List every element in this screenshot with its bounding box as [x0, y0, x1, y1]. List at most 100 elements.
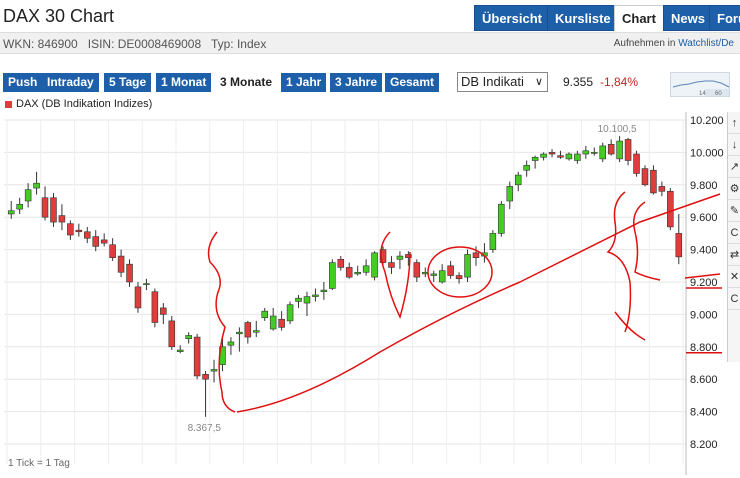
- tool-7[interactable]: ⇄: [728, 244, 740, 266]
- candle-body: [616, 140, 623, 160]
- candle-body: [227, 341, 235, 346]
- y-tick-label: 10.200: [690, 115, 724, 127]
- candle-body: [41, 197, 49, 218]
- low-label: 8.367,5: [188, 423, 222, 434]
- candle-body: [658, 186, 666, 192]
- candle-body: [667, 190, 674, 228]
- mini-chart-svg: 14 60: [672, 80, 730, 97]
- candle-body: [303, 296, 311, 304]
- candle-body: [126, 263, 133, 283]
- isin-label: ISIN: DE0008469008: [87, 37, 202, 51]
- candle-body: [388, 262, 395, 268]
- tab-kursliste[interactable]: Kursliste: [547, 5, 619, 31]
- candle-body: [455, 275, 463, 280]
- tick-footnote: 1 Tick = 1 Tag: [8, 458, 70, 469]
- tab-chart[interactable]: Chart: [614, 5, 664, 31]
- tool-6[interactable]: C: [728, 222, 740, 244]
- mini-chart-line: [672, 80, 730, 88]
- y-tick-label: 8.600: [690, 374, 718, 386]
- high-label: 10.100,5: [598, 124, 637, 135]
- candle-body: [244, 322, 252, 338]
- candle-body: [557, 155, 564, 158]
- watchlist-prefix: Aufnehmen in: [613, 38, 676, 49]
- candle-body: [548, 152, 556, 155]
- candle-body: [430, 273, 437, 276]
- candle-body: [24, 189, 32, 202]
- candle-body: [345, 267, 353, 278]
- mini-chart[interactable]: 14 60: [670, 72, 730, 97]
- candle-body: [185, 335, 192, 340]
- candle-body: [633, 153, 640, 174]
- candlestick-chart: 10.200 10.000 9.800 9.600 9.400 9.200 9.000 8.8…: [4, 112, 724, 475]
- candle-body: [33, 182, 40, 189]
- side-toolbar: ↑ ↓ ↗ ⚙ ✎ C ⇄ ✕ C: [727, 112, 740, 362]
- brace-drawing-mid: [380, 231, 411, 320]
- candle-body: [413, 262, 421, 278]
- candle-body: [650, 169, 657, 194]
- candle-body: [67, 223, 74, 236]
- header-bar: DAX 30 Chart Übersicht Kursliste Chart N…: [0, 0, 740, 32]
- candle-body: [329, 262, 336, 289]
- candle-body: [210, 369, 218, 372]
- y-tick-label: 9.200: [690, 277, 718, 289]
- candle-body: [160, 307, 167, 315]
- candle-body: [607, 143, 615, 155]
- y-tick-label: 9.600: [690, 212, 718, 224]
- range-1-monat[interactable]: 1 Monat: [156, 73, 212, 92]
- candle-body: [16, 203, 23, 210]
- candle-body: [506, 186, 514, 202]
- legend-swatch: [5, 100, 12, 108]
- tool-5[interactable]: ✎: [728, 200, 740, 222]
- candle-body: [202, 374, 209, 380]
- tool-3[interactable]: ↗: [728, 156, 740, 178]
- y-tick-label: 10.000: [690, 147, 724, 159]
- candle-body: [396, 255, 404, 260]
- tool-8[interactable]: ✕: [728, 266, 740, 288]
- wkn-label: WKN: 846900: [3, 37, 78, 51]
- candle-body: [371, 252, 378, 278]
- candle-body: [278, 318, 285, 328]
- chart-area[interactable]: 10.200 10.000 9.800 9.600 9.400 9.200 9.000 8.8…: [0, 112, 740, 475]
- candle-body: [193, 336, 201, 377]
- tab-news[interactable]: News: [663, 5, 713, 31]
- candle-body: [84, 231, 91, 239]
- candle-body: [295, 297, 302, 302]
- chevron-down-icon: ∨: [534, 76, 543, 88]
- candle-body: [109, 244, 116, 259]
- candle-body: [100, 239, 108, 244]
- range-push[interactable]: Push: [3, 73, 43, 92]
- candle-body: [498, 203, 505, 234]
- security-meta: WKN: 846900 ISIN: DE0008469008 Typ: Inde…: [3, 37, 266, 51]
- candle-body: [514, 174, 522, 186]
- range-intraday[interactable]: Intraday: [42, 73, 99, 92]
- candle-body: [641, 168, 649, 186]
- candle-body: [337, 259, 345, 268]
- tool-9[interactable]: C: [728, 288, 740, 310]
- candle-body: [362, 265, 370, 273]
- candle-body: [134, 286, 142, 309]
- range-3-monate[interactable]: 3 Monate: [215, 73, 278, 92]
- candle-body: [117, 255, 125, 273]
- tool-2[interactable]: ↓: [728, 134, 740, 156]
- candle-body: [236, 331, 243, 335]
- range-3-jahre[interactable]: 3 Jahre: [330, 73, 383, 92]
- range-1-jahr[interactable]: 1 Jahr: [281, 73, 327, 92]
- mini-chart-label-2: 60: [715, 91, 722, 97]
- candle-body: [320, 289, 328, 293]
- watchlist-link[interactable]: Watchlist/De: [678, 38, 734, 49]
- range-gesamt[interactable]: Gesamt: [385, 73, 440, 92]
- mini-chart-label-1: 14: [699, 91, 706, 97]
- tab-uebersicht[interactable]: Übersicht: [474, 5, 550, 31]
- candle-body: [675, 233, 683, 258]
- tool-1[interactable]: ↑: [728, 112, 740, 134]
- candle-body: [168, 320, 176, 348]
- range-5-tage[interactable]: 5 Tage: [104, 73, 152, 92]
- exchange-select[interactable]: DB Indikati ∨: [457, 72, 548, 92]
- brace-drawing-right-1: [606, 191, 632, 333]
- candle-body: [176, 349, 184, 352]
- tab-forum[interactable]: Foru: [709, 5, 740, 31]
- y-tick-label: 8.800: [690, 342, 718, 354]
- underline-drawing-2: [614, 311, 646, 341]
- candle-body: [75, 229, 83, 233]
- tool-4[interactable]: ⚙: [728, 178, 740, 200]
